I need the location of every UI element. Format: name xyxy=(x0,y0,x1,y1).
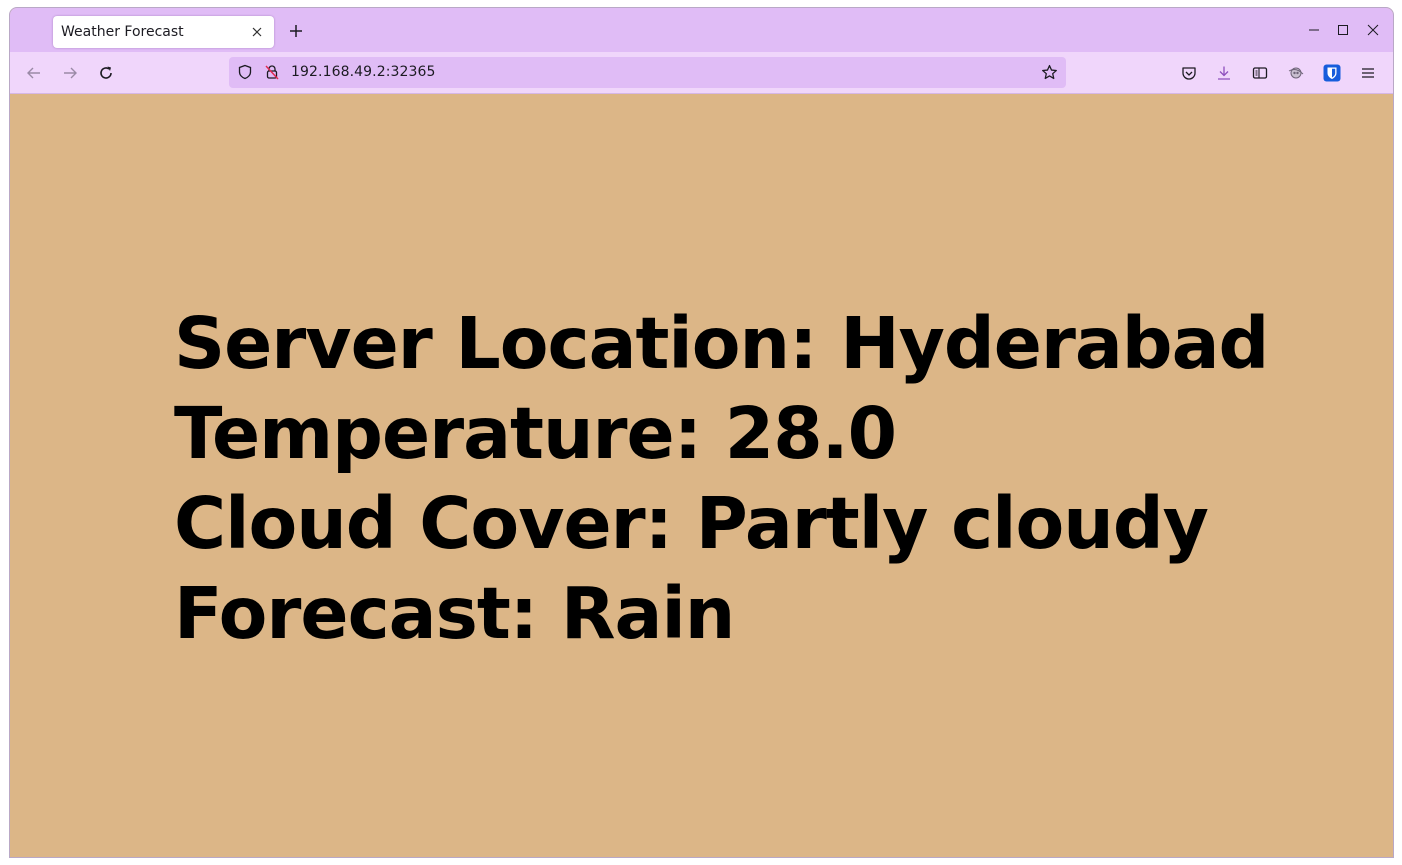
plus-icon xyxy=(290,25,302,37)
reader-view-button[interactable] xyxy=(1248,61,1272,85)
close-icon xyxy=(1367,24,1379,36)
back-button[interactable] xyxy=(22,61,46,85)
url-bar[interactable]: 192.168.49.2:32365 xyxy=(229,57,1066,88)
downloads-button[interactable] xyxy=(1212,61,1236,85)
extension-icon xyxy=(1288,67,1304,79)
close-window-button[interactable] xyxy=(1363,20,1383,40)
arrow-right-icon xyxy=(64,67,77,79)
forward-button[interactable] xyxy=(58,61,82,85)
minimize-icon xyxy=(1309,29,1319,31)
tab-title: Weather Forecast xyxy=(61,24,184,40)
new-tab-button[interactable] xyxy=(285,20,307,42)
weather-info: Server Location: Hyderabad Temperature: … xyxy=(174,299,1269,659)
tab-weather-forecast[interactable]: Weather Forecast xyxy=(53,16,274,48)
close-icon[interactable] xyxy=(248,23,266,41)
minimize-button[interactable] xyxy=(1304,20,1324,40)
navigation-toolbar: 192.168.49.2:32365 xyxy=(10,52,1393,94)
cloud-cover-line: Cloud Cover: Partly cloudy xyxy=(174,482,1209,565)
forecast-line: Forecast: Rain xyxy=(174,572,735,655)
page-content: Server Location: Hyderabad Temperature: … xyxy=(10,94,1393,857)
download-icon xyxy=(1218,66,1230,80)
server-location-line: Server Location: Hyderabad xyxy=(174,302,1269,385)
browser-window: Weather Forecast 192.168.49.2:32365 Serv… xyxy=(9,7,1394,858)
maximize-icon xyxy=(1338,25,1348,35)
reload-icon xyxy=(100,66,112,79)
insecure-lock-icon[interactable] xyxy=(264,64,280,80)
url-text[interactable]: 192.168.49.2:32365 xyxy=(291,64,436,80)
pocket-button[interactable] xyxy=(1177,61,1201,85)
app-menu-button[interactable] xyxy=(1356,61,1380,85)
bitwarden-button[interactable] xyxy=(1320,61,1344,85)
bookmark-star-icon[interactable] xyxy=(1041,64,1058,81)
extension-button[interactable] xyxy=(1284,61,1308,85)
arrow-left-icon xyxy=(27,67,40,79)
maximize-button[interactable] xyxy=(1333,20,1353,40)
temperature-line: Temperature: 28.0 xyxy=(174,392,897,475)
shield-icon[interactable] xyxy=(237,64,253,80)
reader-view-icon xyxy=(1252,67,1268,79)
bitwarden-icon xyxy=(1323,64,1341,82)
menu-icon xyxy=(1362,68,1374,78)
reload-button[interactable] xyxy=(94,61,118,85)
pocket-icon xyxy=(1182,67,1196,80)
tab-bar: Weather Forecast xyxy=(10,8,1393,52)
